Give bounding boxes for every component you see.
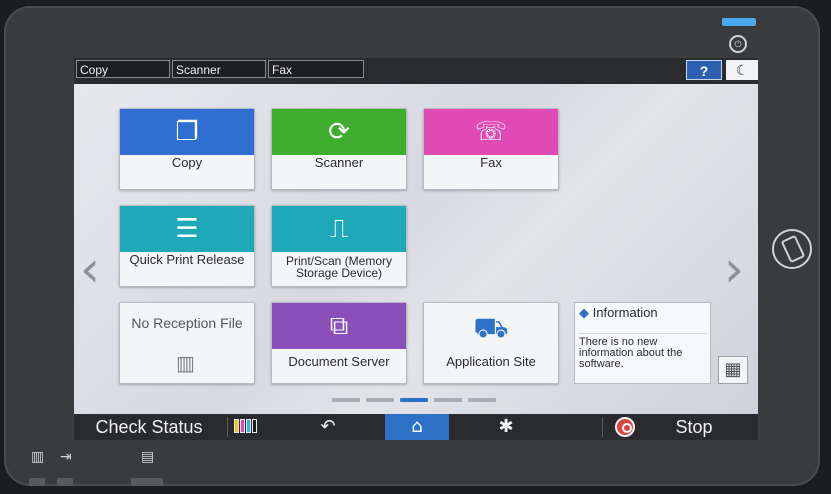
information-divider	[579, 333, 707, 334]
toner-bar	[234, 419, 239, 433]
hardware-led	[57, 478, 73, 486]
print-scan-tile-label: Print/Scan (Memory Storage Device)	[272, 255, 406, 279]
application-site-tile[interactable]: ⛟ Application Site	[423, 302, 559, 384]
next-page-arrow-icon[interactable]: ›	[724, 244, 744, 294]
tab-fax[interactable]: Fax	[268, 60, 364, 78]
fax-app-tile[interactable]: ☏ Fax	[423, 108, 559, 190]
fax-icon: ☏	[474, 117, 508, 147]
print-scan-memory-tile[interactable]: ⎍ Print/Scan (Memory Storage Device)	[271, 205, 407, 287]
page-dot[interactable]	[468, 398, 496, 402]
document-server-tile[interactable]: ⧉ Document Server	[271, 302, 407, 384]
help-button[interactable]: ?	[686, 60, 722, 80]
information-title-text: Information	[592, 305, 658, 320]
check-status-button[interactable]: Check Status	[74, 414, 224, 440]
information-widget[interactable]: ◆ Information There is no new informatio…	[574, 302, 711, 384]
document-hardware-icon: ▤	[141, 448, 155, 464]
status-indicator-light	[722, 18, 756, 26]
page-dot[interactable]	[400, 398, 428, 402]
quick-print-tile-label: Quick Print Release	[129, 252, 245, 267]
page-dot[interactable]	[366, 398, 394, 402]
tab-scanner[interactable]: Scanner	[172, 60, 266, 78]
hardware-led	[29, 478, 45, 486]
scanner-tile-label: Scanner	[314, 155, 364, 170]
print-scan-label-line2: Storage Device)	[295, 266, 383, 280]
document-server-tile-label: Document Server	[288, 354, 390, 369]
information-cube-icon: ◆	[579, 306, 589, 321]
print-icon: ☰	[175, 214, 199, 244]
bottom-bar: Check Status ↶ ⌂ ✱ Stop	[74, 414, 758, 440]
copy-tile-header: ❐	[120, 109, 254, 155]
energy-saver-moon-button[interactable]: ☾	[726, 60, 758, 80]
tab-copy[interactable]: Copy	[76, 60, 170, 78]
fax-hardware-icon: ▥	[31, 448, 45, 464]
stop-icon[interactable]	[615, 417, 635, 437]
shopping-bag-icon: ⛟	[473, 311, 509, 344]
previous-page-arrow-icon[interactable]: ‹	[80, 244, 100, 294]
home-screen: ‹ › ❐ Copy ⟳ Scanner ☏ Fax ☰ Quick Print…	[74, 84, 758, 414]
information-message: There is no new information about the so…	[579, 336, 683, 370]
scanner-icon: ⟳	[328, 117, 350, 147]
copy-icon: ❐	[175, 117, 199, 147]
no-reception-file-label: No Reception File	[131, 315, 243, 331]
no-reception-file-tile[interactable]: No Reception File ▥	[119, 302, 255, 384]
top-bar: Copy Scanner Fax ? ☾	[74, 58, 758, 84]
print-scan-tile-header: ⎍	[272, 206, 406, 252]
page-dot[interactable]	[332, 398, 360, 402]
energy-saver-icon[interactable]: ⏻	[729, 35, 747, 53]
settings-gear-icon[interactable]: ✱	[486, 414, 526, 440]
document-server-icon: ⧉	[329, 311, 349, 341]
hardware-led	[131, 478, 163, 486]
application-site-tile-label: Application Site	[446, 354, 536, 369]
touch-screen: Copy Scanner Fax ? ☾ ‹ › ❐ Copy ⟳ Scanne…	[74, 58, 758, 440]
document-server-tile-header: ⧉	[272, 303, 406, 349]
nfc-reader-icon	[772, 229, 812, 269]
information-title: ◆ Information	[579, 305, 658, 321]
stop-button[interactable]: Stop	[664, 414, 724, 440]
toner-bar	[252, 419, 257, 433]
fax-machine-icon: ▥	[176, 351, 195, 375]
home-icon[interactable]: ⌂	[385, 414, 449, 440]
data-in-icon: ⇥	[60, 448, 72, 464]
app-list-grid-button[interactable]: ▦	[718, 356, 748, 384]
bar-separator	[602, 417, 603, 437]
fax-tile-header: ☏	[424, 109, 558, 155]
fax-tile-label: Fax	[480, 155, 502, 170]
copy-tile-label: Copy	[171, 155, 203, 170]
page-dot[interactable]	[434, 398, 462, 402]
quick-print-tile-header: ☰	[120, 206, 254, 252]
copy-app-tile[interactable]: ❐ Copy	[119, 108, 255, 190]
toner-level-indicator[interactable]	[234, 419, 258, 435]
scanner-tile-header: ⟳	[272, 109, 406, 155]
toner-bar	[246, 419, 251, 433]
toner-bar	[240, 419, 245, 433]
bar-separator	[227, 417, 228, 437]
quick-print-release-tile[interactable]: ☰ Quick Print Release	[119, 205, 255, 287]
back-icon[interactable]: ↶	[308, 414, 348, 440]
scanner-app-tile[interactable]: ⟳ Scanner	[271, 108, 407, 190]
usb-icon: ⎍	[329, 214, 349, 244]
